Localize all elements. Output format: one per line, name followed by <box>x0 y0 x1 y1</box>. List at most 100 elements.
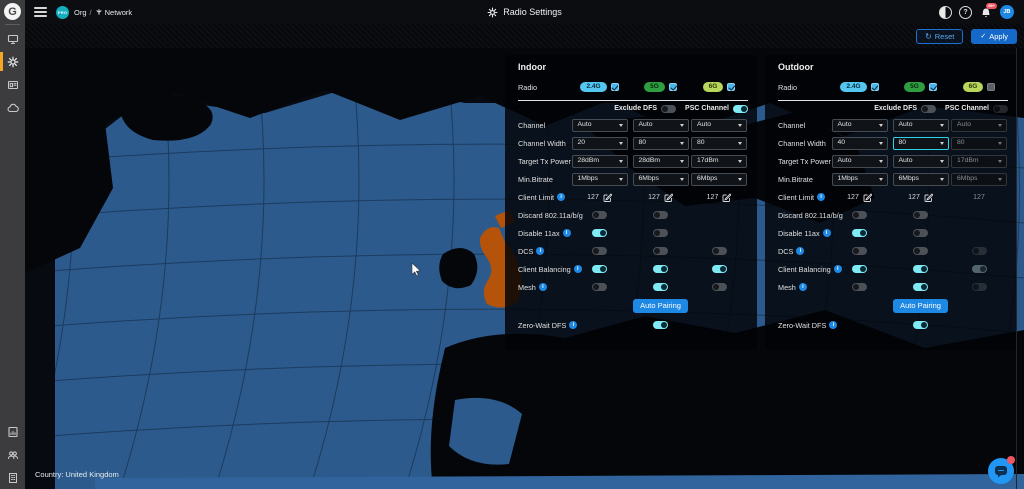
indoor-dcs-toggle-24g[interactable] <box>592 247 607 255</box>
avatar[interactable]: JB <box>1000 5 1014 19</box>
indoor-channel-select-6g[interactable]: Auto <box>691 119 747 132</box>
indoor-balancing-toggle-5g[interactable] <box>653 265 668 273</box>
outdoor-channel-width-select-6g[interactable]: 80 <box>951 137 1007 150</box>
indoor-dcs-toggle-5g[interactable] <box>653 247 668 255</box>
indoor-balancing-toggle-6g[interactable] <box>712 265 727 273</box>
edit-icon[interactable] <box>924 193 933 202</box>
indoor-tx-power-select-5g[interactable]: 28dBm <box>633 155 689 168</box>
indoor-mesh-toggle-6g[interactable] <box>712 283 727 291</box>
sidebar-item-sites[interactable] <box>0 466 25 489</box>
indoor-auto-pairing-button[interactable]: Auto Pairing <box>633 299 688 313</box>
psc-channel-label: PSC Channel <box>945 105 989 112</box>
outdoor-row-target-tx-power: Target Tx Power Auto Auto 17dBm <box>765 152 1017 170</box>
indoor-channel-select-5g[interactable]: Auto <box>633 119 689 132</box>
outdoor-discard-toggle-5g[interactable] <box>913 211 928 219</box>
outdoor-balancing-toggle-24g[interactable] <box>852 265 867 273</box>
sidebar-item-news[interactable] <box>0 73 25 96</box>
sidebar-item-cloud[interactable] <box>0 96 25 119</box>
info-icon[interactable] <box>536 247 544 255</box>
outdoor-tx-power-select-24g[interactable]: Auto <box>832 155 888 168</box>
breadcrumb-org[interactable]: Org <box>74 8 87 17</box>
outdoor-bitrate-select-24g[interactable]: 1Mbps <box>832 173 888 186</box>
indoor-channel-width-select-5g[interactable]: 80 <box>633 137 689 150</box>
menu-icon[interactable] <box>34 7 47 17</box>
indoor-balancing-toggle-24g[interactable] <box>592 265 607 273</box>
outdoor-balancing-toggle-6g[interactable] <box>972 265 987 273</box>
indoor-discard-toggle-24g[interactable] <box>592 211 607 219</box>
scrollbar-track[interactable] <box>1016 48 1017 489</box>
outdoor-balancing-toggle-5g[interactable] <box>913 265 928 273</box>
edit-icon[interactable] <box>863 193 872 202</box>
outdoor-channel-select-6g[interactable]: Auto <box>951 119 1007 132</box>
outdoor-bitrate-select-6g[interactable]: 6Mbps <box>951 173 1007 186</box>
outdoor-auto-pairing-button[interactable]: Auto Pairing <box>893 299 948 313</box>
outdoor-11ax-toggle-24g[interactable] <box>852 229 867 237</box>
sidebar: G <box>0 0 25 489</box>
info-icon[interactable] <box>796 247 804 255</box>
info-icon[interactable] <box>829 321 837 329</box>
sidebar-item-users[interactable] <box>0 443 25 466</box>
outdoor-discard-toggle-24g[interactable] <box>852 211 867 219</box>
indoor-channel-width-select-6g[interactable]: 80 <box>691 137 747 150</box>
outdoor-mesh-toggle-6g[interactable] <box>972 283 987 291</box>
indoor-band-checkbox-24g[interactable] <box>611 83 619 91</box>
help-icon[interactable]: ? <box>959 6 972 19</box>
indoor-bitrate-select-5g[interactable]: 6Mbps <box>633 173 689 186</box>
outdoor-band-checkbox-6g[interactable] <box>987 83 995 91</box>
outdoor-dcs-toggle-24g[interactable] <box>852 247 867 255</box>
indoor-11ax-toggle-24g[interactable] <box>592 229 607 237</box>
theme-toggle-icon[interactable] <box>939 6 952 19</box>
indoor-exclude-dfs-toggle[interactable] <box>661 105 676 113</box>
outdoor-mesh-toggle-24g[interactable] <box>852 283 867 291</box>
sidebar-item-settings[interactable] <box>0 50 25 73</box>
outdoor-11ax-toggle-5g[interactable] <box>913 229 928 237</box>
reset-button[interactable]: Reset <box>916 29 963 44</box>
outdoor-channel-select-5g[interactable]: Auto <box>893 119 949 132</box>
apply-button[interactable]: Apply <box>971 29 1017 44</box>
breadcrumb-network[interactable]: Network <box>105 8 133 17</box>
outdoor-band-checkbox-5g[interactable] <box>929 83 937 91</box>
info-icon[interactable] <box>569 321 577 329</box>
outdoor-zerowait-toggle-5g[interactable] <box>913 321 928 329</box>
indoor-dcs-toggle-6g[interactable] <box>712 247 727 255</box>
indoor-mesh-toggle-24g[interactable] <box>592 283 607 291</box>
indoor-channel-select-24g[interactable]: Auto <box>572 119 628 132</box>
indoor-psc-channel-toggle[interactable] <box>733 105 748 113</box>
edit-icon[interactable] <box>603 193 612 202</box>
outdoor-tx-power-select-5g[interactable]: Auto <box>893 155 949 168</box>
outdoor-dcs-toggle-5g[interactable] <box>913 247 928 255</box>
info-icon[interactable] <box>539 283 547 291</box>
outdoor-channel-width-select-24g[interactable]: 40 <box>832 137 888 150</box>
outdoor-channel-width-select-5g[interactable]: 80 <box>893 137 949 150</box>
indoor-bitrate-select-6g[interactable]: 6Mbps <box>691 173 747 186</box>
indoor-mesh-toggle-5g[interactable] <box>653 283 668 291</box>
indoor-band-checkbox-6g[interactable] <box>727 83 735 91</box>
indoor-zerowait-toggle-5g[interactable] <box>653 321 668 329</box>
indoor-tx-power-select-6g[interactable]: 17dBm <box>691 155 747 168</box>
outdoor-mesh-toggle-5g[interactable] <box>913 283 928 291</box>
indoor-band-checkbox-5g[interactable] <box>669 83 677 91</box>
edit-icon[interactable] <box>722 193 731 202</box>
indoor-discard-toggle-5g[interactable] <box>653 211 668 219</box>
outdoor-bitrate-select-5g[interactable]: 6Mbps <box>893 173 949 186</box>
info-icon[interactable] <box>557 193 565 201</box>
indoor-bitrate-select-24g[interactable]: 1Mbps <box>572 173 628 186</box>
indoor-tx-power-select-24g[interactable]: 28dBm <box>572 155 628 168</box>
outdoor-psc-channel-toggle[interactable] <box>993 105 1008 113</box>
sidebar-item-reports[interactable] <box>0 420 25 443</box>
outdoor-tx-power-select-6g[interactable]: 17dBm <box>951 155 1007 168</box>
info-icon[interactable] <box>799 283 807 291</box>
outdoor-channel-select-24g[interactable]: Auto <box>832 119 888 132</box>
info-icon[interactable] <box>817 193 825 201</box>
outdoor-dcs-toggle-6g[interactable] <box>972 247 987 255</box>
indoor-channel-width-select-24g[interactable]: 20 <box>572 137 628 150</box>
app-root: Country: United Kingdom G <box>0 0 1024 489</box>
notifications-button[interactable]: 99+ <box>979 5 993 19</box>
chat-button[interactable] <box>988 458 1014 484</box>
sidebar-item-monitoring[interactable] <box>0 27 25 50</box>
outdoor-row-channel-width: Channel Width 40 80 80 <box>765 134 1017 152</box>
outdoor-band-checkbox-24g[interactable] <box>871 83 879 91</box>
outdoor-exclude-dfs-toggle[interactable] <box>921 105 936 113</box>
indoor-11ax-toggle-5g[interactable] <box>653 229 668 237</box>
edit-icon[interactable] <box>664 193 673 202</box>
